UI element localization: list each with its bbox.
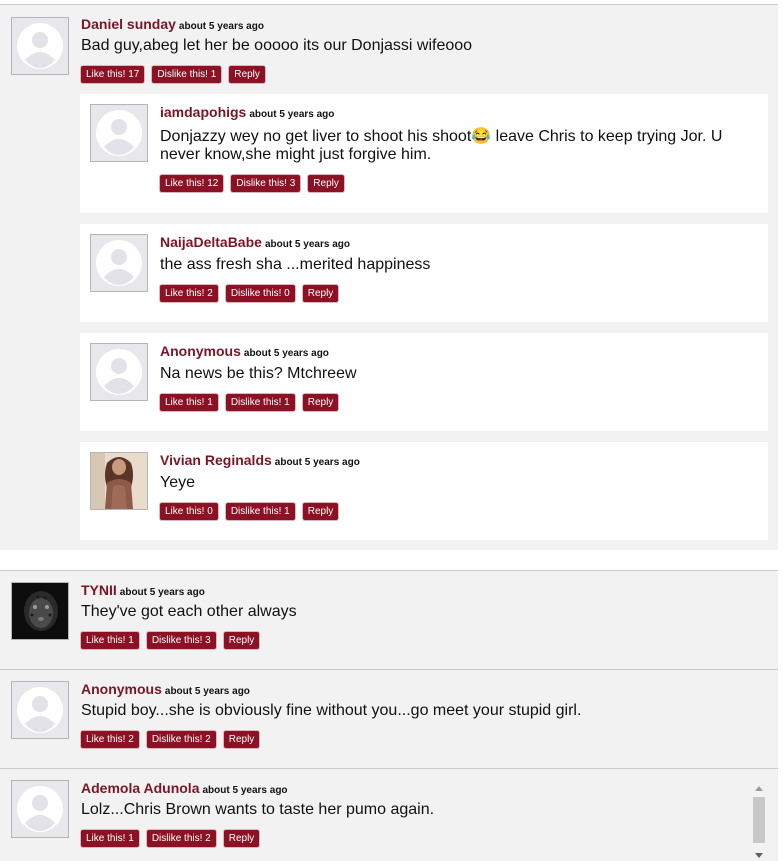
comment-text: Yeye	[160, 474, 195, 491]
scroll-up-arrow-icon[interactable]	[755, 786, 763, 791]
comment-text: Donjazzy wey no get liver to shoot his s…	[160, 128, 723, 163]
reply-button[interactable]: Reply	[302, 394, 339, 411]
comment-text: Bad guy,abeg let her be ooooo its our Do…	[81, 37, 473, 54]
dislike-button[interactable]: Dislike this! 3	[146, 632, 216, 649]
comment-text: Lolz...Chris Brown wants to taste her pu…	[81, 801, 435, 818]
timestamp: about 5 years ago	[119, 587, 205, 598]
comment-text: Na news be this? Mtchreew	[160, 365, 357, 382]
dislike-button[interactable]: Dislike this! 3	[231, 175, 301, 192]
scrollbar-thumb[interactable]	[753, 797, 765, 843]
default-avatar-icon	[12, 18, 68, 74]
comment-meta: Daniel sunday about 5 years ago	[81, 16, 264, 34]
like-button[interactable]: Like this! 2	[160, 285, 218, 302]
reply-comment: Anonymous about 5 years ago Na news be th…	[80, 333, 768, 431]
comment-meta: Vivian Reginalds about 5 years ago	[160, 452, 360, 470]
default-avatar-icon	[91, 235, 147, 291]
dislike-button[interactable]: Dislike this! 1	[152, 66, 222, 83]
comment-thread: Ademola Adunola about 5 years ago Lolz...…	[0, 768, 778, 861]
comment-actions: Like this! 1 Dislike this! 2 Reply	[81, 830, 260, 847]
timestamp: about 5 years ago	[164, 686, 250, 697]
dislike-button[interactable]: Dislike this! 1	[225, 394, 295, 411]
comment-thread: TYNII about 5 years ago They've got each …	[0, 570, 778, 669]
reply-comment: Vivian Reginalds about 5 years ago Yeye L…	[80, 442, 768, 540]
comment-thread: Daniel sunday about 5 years ago Bad guy,a…	[0, 4, 778, 550]
comment-actions: Like this! 12 Dislike this! 3 Reply	[160, 175, 344, 192]
comment-actions: Like this! 0 Dislike this! 1 Reply	[160, 503, 339, 520]
like-button[interactable]: Like this! 12	[160, 175, 224, 192]
author-name[interactable]: iamdapohigs	[160, 104, 246, 120]
reply-button[interactable]: Reply	[308, 175, 344, 192]
avatar[interactable]	[90, 234, 148, 292]
comment-thread: Anonymous about 5 years ago Stupid boy...…	[0, 669, 778, 768]
timestamp: about 5 years ago	[243, 348, 329, 359]
like-button[interactable]: Like this! 1	[160, 394, 218, 411]
like-button[interactable]: Like this! 17	[81, 66, 145, 83]
reply-button[interactable]: Reply	[229, 66, 265, 83]
reply-comment: NaijaDeltaBabe about 5 years ago the ass …	[80, 224, 768, 322]
scroll-down-arrow-icon[interactable]	[755, 853, 763, 858]
timestamp: about 5 years ago	[249, 109, 335, 120]
author-name[interactable]: Anonymous	[81, 681, 162, 697]
like-button[interactable]: Like this! 1	[81, 632, 139, 649]
author-name[interactable]: TYNII	[81, 582, 117, 598]
default-avatar-icon	[91, 344, 147, 400]
avatar[interactable]	[11, 681, 69, 739]
timestamp: about 5 years ago	[202, 785, 288, 796]
reply-button[interactable]: Reply	[302, 503, 339, 520]
timestamp: about 5 years ago	[178, 21, 264, 32]
author-name[interactable]: Ademola Adunola	[81, 780, 200, 796]
dislike-button[interactable]: Dislike this! 1	[225, 503, 295, 520]
timestamp: about 5 years ago	[264, 239, 350, 250]
comment-meta: TYNII about 5 years ago	[81, 582, 205, 600]
leopard-photo-avatar-icon	[12, 583, 68, 639]
scrollbar[interactable]	[752, 780, 766, 860]
avatar[interactable]	[90, 104, 148, 162]
comment-actions: Like this! 1 Dislike this! 1 Reply	[160, 394, 339, 411]
comment-meta: NaijaDeltaBabe about 5 years ago	[160, 234, 350, 252]
dislike-button[interactable]: Dislike this! 2	[146, 830, 216, 847]
default-avatar-icon	[12, 781, 68, 837]
default-avatar-icon	[12, 682, 68, 738]
comment-meta: iamdapohigs about 5 years ago	[160, 104, 334, 122]
like-button[interactable]: Like this! 1	[81, 830, 139, 847]
comment-meta: Anonymous about 5 years ago	[81, 681, 250, 699]
comment-actions: Like this! 2 Dislike this! 0 Reply	[160, 285, 339, 302]
author-name[interactable]: Daniel sunday	[81, 16, 176, 32]
comment-text: They've got each other always	[81, 603, 297, 620]
comment-actions: Like this! 17 Dislike this! 1 Reply	[81, 66, 265, 83]
avatar[interactable]	[90, 452, 148, 510]
comment-text: Stupid boy...she is obviously fine witho…	[81, 702, 582, 719]
comment-actions: Like this! 2 Dislike this! 2 Reply	[81, 731, 260, 748]
avatar[interactable]	[90, 343, 148, 401]
avatar[interactable]	[11, 780, 69, 838]
reply-button[interactable]: Reply	[223, 632, 260, 649]
reply-button[interactable]: Reply	[302, 285, 339, 302]
author-name[interactable]: Anonymous	[160, 343, 241, 359]
timestamp: about 5 years ago	[274, 457, 360, 468]
author-name[interactable]: NaijaDeltaBabe	[160, 234, 262, 250]
dislike-button[interactable]: Dislike this! 0	[225, 285, 295, 302]
reply-button[interactable]: Reply	[223, 731, 260, 748]
reply-button[interactable]: Reply	[223, 830, 260, 847]
reply-comment: iamdapohigs about 5 years ago Donjazzy we…	[80, 94, 768, 213]
user-photo-avatar-icon	[91, 453, 147, 509]
like-button[interactable]: Like this! 0	[160, 503, 218, 520]
comment-meta: Ademola Adunola about 5 years ago	[81, 780, 288, 798]
comment-actions: Like this! 1 Dislike this! 3 Reply	[81, 632, 260, 649]
comment-text: the ass fresh sha ...merited happiness	[160, 256, 431, 273]
avatar[interactable]	[11, 582, 69, 640]
default-avatar-icon	[91, 105, 147, 161]
avatar[interactable]	[11, 17, 69, 75]
dislike-button[interactable]: Dislike this! 2	[146, 731, 216, 748]
comment-meta: Anonymous about 5 years ago	[160, 343, 329, 361]
like-button[interactable]: Like this! 2	[81, 731, 139, 748]
author-name[interactable]: Vivian Reginalds	[160, 452, 272, 468]
